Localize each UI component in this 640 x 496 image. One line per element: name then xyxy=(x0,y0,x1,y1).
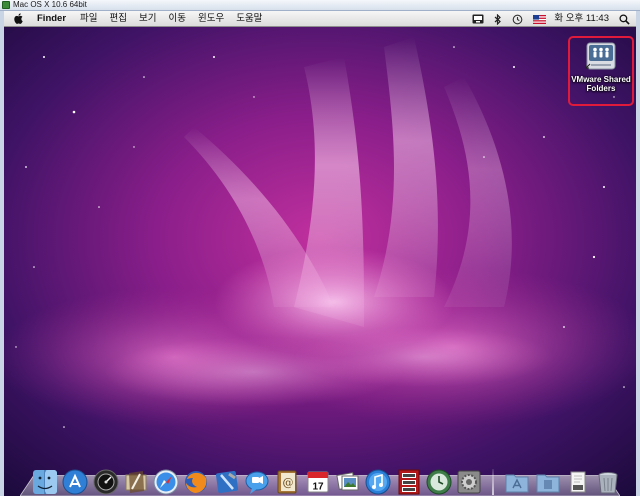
mail-icon xyxy=(125,471,147,493)
trash-icon xyxy=(598,472,618,494)
dock-photo-booth[interactable] xyxy=(396,469,422,495)
dock-ichat[interactable] xyxy=(244,469,270,495)
downloads-stack-icon xyxy=(570,471,586,493)
applications-folder-icon xyxy=(505,474,529,493)
dock-separator xyxy=(492,469,495,495)
dock-safari[interactable] xyxy=(153,469,179,495)
desktop-icon-label: VMware Shared Folders xyxy=(571,75,631,93)
network-drive-icon xyxy=(585,42,616,70)
vmware-shared-folders-desktop-icon[interactable]: VMware Shared Folders xyxy=(568,36,634,106)
ical-day-number: 17 xyxy=(312,482,324,493)
dock-finder[interactable] xyxy=(32,469,58,495)
dock-xcode[interactable] xyxy=(214,469,240,495)
dashboard-icon xyxy=(93,469,119,495)
finder-icon xyxy=(33,470,57,494)
dock-app-store[interactable] xyxy=(62,469,88,495)
svg-text:@: @ xyxy=(283,476,294,489)
desktop-wallpaper xyxy=(4,27,636,496)
dock-iphoto[interactable] xyxy=(335,469,361,495)
dock-itunes[interactable] xyxy=(365,469,391,495)
dock-ical[interactable]: 17 xyxy=(305,469,331,495)
dock-documents-stack[interactable] xyxy=(535,469,561,495)
itunes-icon xyxy=(365,469,391,495)
spotlight-search-icon[interactable] xyxy=(619,13,630,25)
dock-dashboard[interactable] xyxy=(93,469,119,495)
menubar: Finder 파일 편집 보기 이동 윈도우 도움말 화 오후 11:43 xyxy=(4,11,636,27)
dock-address-book[interactable]: @ xyxy=(274,469,300,495)
us-flag-input-icon[interactable] xyxy=(533,14,547,24)
time-machine-icon xyxy=(426,469,452,495)
dock-applications-stack[interactable] xyxy=(504,469,530,495)
app-store-icon xyxy=(62,469,88,495)
menubar-status-area: 화 오후 11:43 xyxy=(462,11,630,27)
menu-file[interactable]: 파일 xyxy=(80,11,97,27)
menu-window[interactable]: 윈도우 xyxy=(198,11,224,27)
guest-screen: Finder 파일 편집 보기 이동 윈도우 도움말 화 오후 11:43 VM… xyxy=(4,11,636,496)
menubar-clock[interactable]: 화 오후 11:43 xyxy=(554,11,609,27)
dock-mail[interactable] xyxy=(123,469,149,495)
iphoto-icon xyxy=(336,472,359,491)
time-machine-status-icon[interactable] xyxy=(512,14,523,25)
menu-go[interactable]: 이동 xyxy=(168,11,185,27)
dock-system-preferences[interactable] xyxy=(456,469,482,495)
dock-downloads-stack[interactable] xyxy=(565,469,591,495)
dock-icons: @ 17 xyxy=(32,459,626,495)
address-book-icon: @ xyxy=(277,470,297,494)
menu-help[interactable]: 도움말 xyxy=(236,11,262,27)
dock: @ 17 xyxy=(20,459,620,496)
documents-folder-icon xyxy=(536,474,560,493)
menu-view[interactable]: 보기 xyxy=(139,11,156,27)
dock-trash[interactable] xyxy=(595,469,621,495)
safari-icon xyxy=(153,469,179,495)
ichat-icon xyxy=(245,471,269,494)
dock-firefox[interactable] xyxy=(183,469,209,495)
apple-menu-icon[interactable] xyxy=(14,13,23,24)
photo-booth-icon xyxy=(398,469,420,495)
system-preferences-icon xyxy=(457,470,481,494)
xcode-icon xyxy=(215,470,238,494)
vmware-app-icon xyxy=(2,1,10,9)
firefox-icon xyxy=(185,471,208,493)
vmware-status-icon[interactable] xyxy=(472,14,484,24)
dock-time-machine[interactable] xyxy=(426,469,452,495)
ical-icon: 17 xyxy=(307,471,329,493)
vm-window-title: Mac OS X 10.6 64bit xyxy=(13,0,87,9)
bluetooth-icon[interactable] xyxy=(494,13,502,25)
menu-finder[interactable]: Finder xyxy=(37,11,66,27)
menu-edit[interactable]: 편집 xyxy=(110,11,127,27)
vm-window-titlebar[interactable]: Mac OS X 10.6 64bit xyxy=(0,0,640,11)
